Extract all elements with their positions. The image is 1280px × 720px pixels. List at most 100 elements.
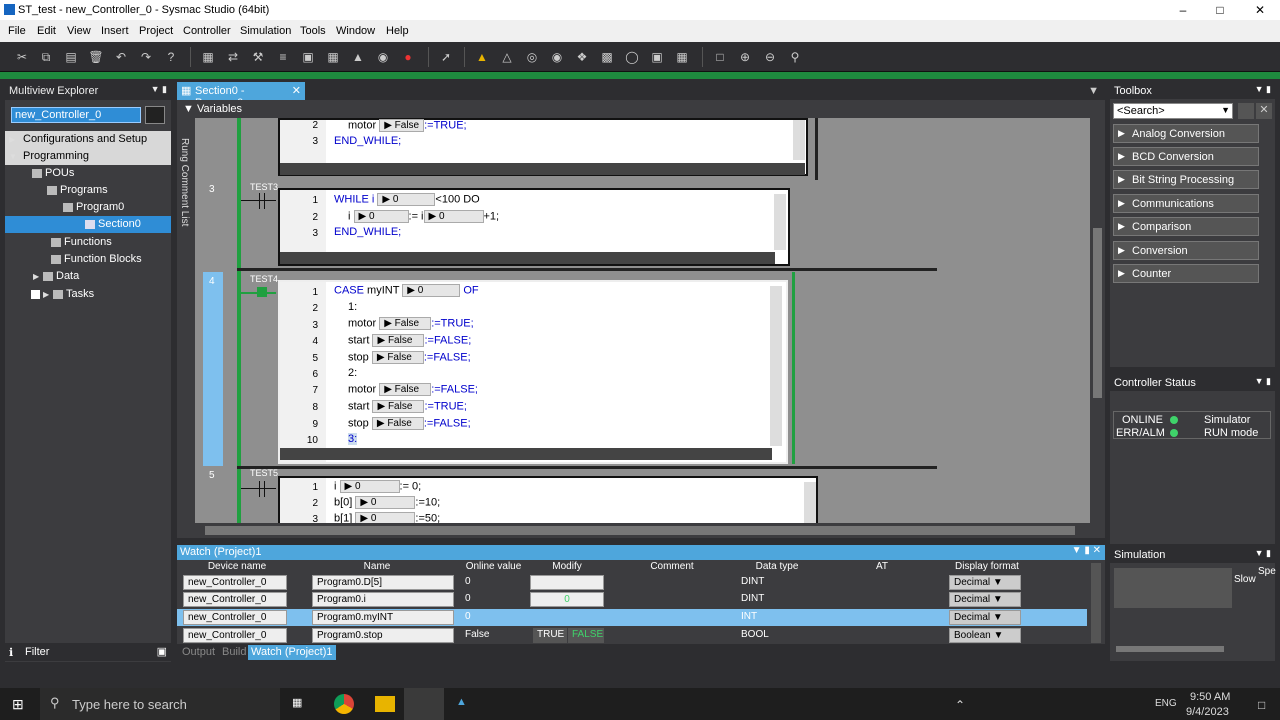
tree-function-blocks[interactable]: Function Blocks (5, 251, 171, 268)
clock-time[interactable]: 9:50 AM (1190, 691, 1230, 703)
cut-icon[interactable]: ✂ (14, 49, 30, 65)
compare-icon[interactable]: ≡ (275, 49, 291, 65)
editor-vertical-scrollbar[interactable] (1090, 118, 1105, 538)
taskbar-search-input[interactable]: ⚲ Type here to search (40, 688, 280, 720)
tree-tasks[interactable]: ▶ Tasks (5, 286, 171, 303)
sim3-icon[interactable]: ◉ (549, 49, 565, 65)
help-icon[interactable]: ? (163, 49, 179, 65)
toolbox-item-bit-string-processing[interactable]: Bit String Processing (1113, 170, 1259, 189)
sysmac-taskbar-icon[interactable] (404, 688, 444, 720)
clock-date[interactable]: 9/4/2023 (1186, 706, 1229, 718)
toolbox-search-input[interactable]: <Search> ▼ (1113, 103, 1233, 119)
st-block-rung3[interactable]: 1 WHILE i ▶ 0 <100 DO 2 i ▶ 0:= i ▶ 0 +1; 3… (278, 188, 790, 266)
variables-bar[interactable]: ▼ Variables (177, 100, 1105, 118)
task-view-icon[interactable]: ▦ (292, 696, 302, 709)
toolbox-item-bcd-conversion[interactable]: BCD Conversion (1113, 147, 1259, 166)
close-button[interactable]: ✕ (1245, 2, 1275, 18)
tree-config-setup[interactable]: ▶ Configurations and Setup (5, 131, 171, 148)
col-device-name[interactable]: Device name (182, 561, 292, 574)
controller-selector[interactable]: new_Controller_0 (11, 107, 141, 123)
app-taskbar-icon[interactable]: ▲ (456, 696, 476, 712)
menu-project[interactable]: Project (139, 25, 173, 37)
windows-start-icon[interactable]: ⊞ (12, 696, 28, 712)
menu-simulation[interactable]: Simulation (240, 25, 291, 37)
toolbox-item-conversion[interactable]: Conversion (1113, 241, 1259, 260)
sim5-icon[interactable]: ▩ (599, 49, 615, 65)
menu-help[interactable]: Help (386, 25, 409, 37)
simulation-controls[interactable] (1114, 568, 1232, 608)
menu-controller[interactable]: Controller (183, 25, 231, 37)
file-explorer-icon[interactable] (375, 696, 395, 712)
st-block-rung5[interactable]: 1 i ▶ 0:= 0; 2 b[0] ▶ 0:=10; 3 b[1] ▶ 0:… (278, 476, 818, 526)
menu-window[interactable]: Window (336, 25, 375, 37)
table-row[interactable]: new_Controller_0 Program0.i 0 0 DINT Dec… (177, 591, 1087, 608)
tray-chevron-icon[interactable]: ⌃ (955, 698, 965, 712)
tree-functions[interactable]: Functions (5, 234, 171, 251)
build-icon[interactable]: ▦ (200, 49, 216, 65)
toolbox-item-comparison[interactable]: Comparison (1113, 217, 1259, 236)
simulation-scrollbar[interactable] (1116, 646, 1224, 652)
copy-icon[interactable]: ⧉ (38, 49, 54, 65)
filter-toggle-icon[interactable]: ▣ (157, 645, 167, 658)
minimize-button[interactable]: – (1168, 2, 1198, 18)
sim7-icon[interactable]: ▣ (649, 49, 665, 65)
transfer-icon[interactable]: ⇄ (225, 49, 241, 65)
sim-icon[interactable]: △ (499, 49, 515, 65)
table-row[interactable]: new_Controller_0 Program0.stop False TRU… (177, 627, 1087, 644)
table-row[interactable]: new_Controller_0 Program0.D[5] 0 DINT De… (177, 574, 1087, 591)
menu-edit[interactable]: Edit (37, 25, 56, 37)
menu-tools[interactable]: Tools (300, 25, 326, 37)
sim4-icon[interactable]: ❖ (574, 49, 590, 65)
col-online-value[interactable]: Online value (461, 561, 526, 574)
st-block-rung2[interactable]: 2 motor ▶ False:=TRUE; 3 END_WHILE; (278, 118, 808, 176)
table-row-selected[interactable]: new_Controller_0 Program0.myINT 0 INT De… (177, 609, 1087, 626)
sim8-icon[interactable]: ▦ (674, 49, 690, 65)
delete-icon[interactable]: 🗑 (88, 49, 104, 65)
search-clear-icon[interactable]: ✕ (1256, 103, 1272, 119)
modify-false-button[interactable]: FALSE (568, 628, 604, 643)
tree-programs[interactable]: Programs (5, 182, 171, 199)
redo-icon[interactable]: ↷ (138, 49, 154, 65)
col-comment[interactable]: Comment (617, 561, 727, 574)
tree-programming[interactable]: ▼ Programming (5, 148, 171, 165)
col-at[interactable]: AT (837, 561, 927, 574)
tool-icon[interactable]: ⚒ (250, 49, 266, 65)
tab-close-icon[interactable]: ✕ (292, 84, 301, 97)
search-options-icon[interactable] (1238, 103, 1254, 119)
toolbox-item-communications[interactable]: Communications (1113, 194, 1259, 213)
stop-icon[interactable]: ● (400, 49, 416, 65)
pointer-icon[interactable]: ➚ (438, 49, 454, 65)
tab-output[interactable]: Output (179, 645, 218, 660)
undo-icon[interactable]: ↶ (113, 49, 129, 65)
col-data-type[interactable]: Data type (737, 561, 817, 574)
sim6-icon[interactable]: ◯ (624, 49, 640, 65)
editor-horizontal-scrollbar[interactable] (195, 523, 1090, 538)
menu-insert[interactable]: Insert (101, 25, 129, 37)
watch-scrollbar[interactable] (1091, 563, 1101, 643)
chart-icon[interactable]: ▦ (325, 49, 341, 65)
tab-dropdown-icon[interactable]: ▼ (1088, 85, 1099, 97)
notification-icon[interactable]: □ (1258, 698, 1265, 712)
zoom-in-icon[interactable]: ⊕ (737, 49, 753, 65)
zoom-icon[interactable]: ⚲ (787, 49, 803, 65)
modify-true-button[interactable]: TRUE (533, 628, 567, 643)
sim2-icon[interactable]: ◎ (524, 49, 540, 65)
toolbox-item-analog-conversion[interactable]: Analog Conversion (1113, 124, 1259, 143)
tree-pous[interactable]: POUs (5, 165, 171, 182)
tree-data[interactable]: ▶ Data (5, 268, 171, 285)
zoom-out-icon[interactable]: ⊖ (762, 49, 778, 65)
tree-section0[interactable]: Section0 (5, 216, 171, 233)
menu-file[interactable]: File (8, 25, 26, 37)
tree-program0[interactable]: Program0 (5, 199, 171, 216)
warning-icon[interactable]: ▲ (474, 49, 490, 65)
menu-view[interactable]: View (67, 25, 91, 37)
controller-icon[interactable] (145, 106, 165, 124)
language-indicator[interactable]: ENG (1155, 698, 1177, 709)
st-block-rung4[interactable]: 1 CASE myINT ▶ 0 OF 2 1: 3 motor ▶ False… (278, 280, 788, 464)
chrome-icon[interactable] (334, 694, 354, 714)
toolbox-item-counter[interactable]: Counter (1113, 264, 1259, 283)
col-name[interactable]: Name (312, 561, 442, 574)
col-modify[interactable]: Modify (532, 561, 602, 574)
tab-watch-project1[interactable]: Watch (Project)1 (248, 645, 336, 660)
tab-section0-program0[interactable]: ▦Section0 - Program0✕ (177, 82, 305, 109)
